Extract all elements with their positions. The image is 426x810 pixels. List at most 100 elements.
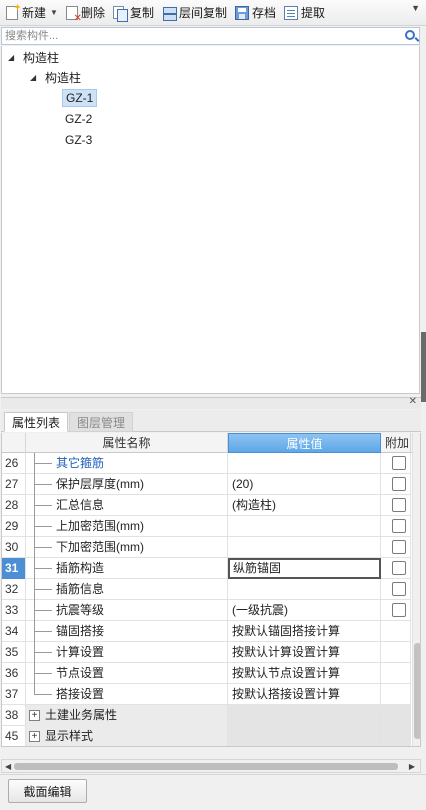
extract-button-label: 提取 (301, 6, 326, 20)
scroll-left-icon[interactable]: ◀ (5, 762, 11, 771)
property-name-cell: 其它箍筋 (26, 453, 228, 474)
extract-icon (284, 5, 298, 20)
delete-icon (65, 5, 82, 24)
table-row[interactable]: 30 下加密范围(mm) (2, 537, 411, 558)
extra-cell (381, 663, 411, 684)
property-value-cell[interactable] (228, 516, 381, 537)
splitter-edge[interactable] (421, 332, 426, 402)
property-name-cell: 插筋信息 (26, 579, 228, 600)
extra-checkbox[interactable] (392, 561, 406, 575)
property-value-editor[interactable]: 纵筋锚固 (228, 558, 381, 579)
component-search (1, 27, 420, 45)
table-row-current[interactable]: 31 插筋构造 纵筋锚固 (2, 558, 411, 579)
toolbar-overflow-icon[interactable]: ▼ (411, 3, 420, 13)
collapse-triangle-icon[interactable]: ◢ (8, 53, 20, 62)
extra-cell (381, 642, 411, 663)
new-button[interactable]: 新建 ▼ (2, 2, 61, 24)
property-value-cell[interactable]: (构造柱) (228, 495, 381, 516)
property-name: 汇总信息 (56, 498, 105, 512)
tree-item-label: GZ-3 (65, 133, 93, 147)
table-row[interactable]: 29 上加密范围(mm) (2, 516, 411, 537)
table-row-group[interactable]: 45 + 显示样式 (2, 726, 411, 746)
horizontal-scroll-thumb[interactable] (14, 763, 398, 770)
table-row[interactable]: 36 节点设置 按默认节点设置计算 (2, 663, 411, 684)
property-value-cell[interactable]: (20) (228, 474, 381, 495)
property-name: 锚固搭接 (56, 624, 105, 638)
component-tree: ◢ 构造柱 ◢ 构造柱 GZ-1 GZ-2 GZ-3 (1, 46, 420, 394)
property-name: 保护层厚度(mm) (56, 477, 144, 491)
copy-button-label: 复制 (129, 6, 154, 20)
panel-tabs: 属性列表 图层管理 (1, 410, 421, 432)
property-value-cell[interactable]: (一级抗震) (228, 600, 381, 621)
property-name: 搭接设置 (56, 687, 105, 701)
tree-item-gz-3[interactable]: GZ-3 (62, 130, 95, 150)
search-icon[interactable] (405, 30, 415, 40)
header-row-number (2, 433, 26, 453)
table-row[interactable]: 37 搭接设置 按默认搭接设置计算 (2, 684, 411, 705)
tree-node-label: 构造柱 (45, 70, 82, 85)
extra-checkbox[interactable] (392, 540, 406, 554)
table-row[interactable]: 28 汇总信息 (构造柱) (2, 495, 411, 516)
vertical-scrollbar[interactable] (412, 433, 420, 746)
property-name: 上加密范围(mm) (56, 519, 144, 533)
delete-button[interactable]: 删除 (63, 2, 108, 24)
property-value-cell[interactable]: 按默认计算设置计算 (228, 642, 381, 663)
dropdown-arrow-icon[interactable]: ▼ (50, 8, 58, 17)
copy-icon (112, 5, 128, 22)
extra-checkbox[interactable] (392, 498, 406, 512)
property-value-cell[interactable] (228, 579, 381, 600)
copy-button[interactable]: 复制 (110, 2, 157, 24)
extra-checkbox[interactable] (392, 582, 406, 596)
panel-header: ✕ (1, 396, 421, 409)
vertical-scroll-thumb[interactable] (414, 643, 420, 739)
extra-cell (381, 495, 411, 516)
section-edit-button[interactable]: 截面编辑 (8, 779, 87, 803)
row-number: 38 (2, 705, 26, 726)
tree-item-gz-2[interactable]: GZ-2 (62, 109, 95, 129)
extra-checkbox[interactable] (392, 519, 406, 533)
property-name: 下加密范围(mm) (56, 540, 144, 554)
table-row[interactable]: 34 锚固搭接 按默认锚固搭接计算 (2, 621, 411, 642)
property-name-cell: 保护层厚度(mm) (26, 474, 228, 495)
search-input[interactable] (2, 28, 392, 44)
property-value-cell[interactable]: 按默认搭接设置计算 (228, 684, 381, 705)
tree-item-label: GZ-1 (62, 89, 98, 107)
extra-checkbox[interactable] (392, 477, 406, 491)
table-row[interactable]: 27 保护层厚度(mm) (20) (2, 474, 411, 495)
save-button[interactable]: 存档 (232, 2, 279, 24)
tree-node-root[interactable]: ◢ 构造柱 (8, 47, 62, 67)
table-row[interactable]: 33 抗震等级 (一级抗震) (2, 600, 411, 621)
row-number: 35 (2, 642, 26, 663)
property-value-cell[interactable] (228, 453, 381, 474)
extract-button[interactable]: 提取 (281, 2, 328, 24)
property-name-cell: 下加密范围(mm) (26, 537, 228, 558)
property-value-cell[interactable]: 按默认节点设置计算 (228, 663, 381, 684)
floor-copy-button[interactable]: 层间复制 (159, 2, 230, 24)
extra-checkbox[interactable] (392, 603, 406, 617)
expand-plus-icon[interactable]: + (29, 731, 40, 742)
table-row[interactable]: 35 计算设置 按默认计算设置计算 (2, 642, 411, 663)
tab-property-list[interactable]: 属性列表 (4, 412, 69, 432)
expand-plus-icon[interactable]: + (29, 710, 40, 721)
extra-cell (381, 600, 411, 621)
row-number: 33 (2, 600, 26, 621)
tree-node-group[interactable]: ◢ 构造柱 (30, 67, 84, 87)
collapse-triangle-icon[interactable]: ◢ (30, 73, 42, 82)
tab-layer-manage[interactable]: 图层管理 (69, 412, 134, 432)
property-name: 计算设置 (56, 645, 105, 659)
tree-item-gz-1[interactable]: GZ-1 (62, 88, 98, 108)
table-row-group[interactable]: 38 + 土建业务属性 (2, 705, 411, 726)
tree-item-label: GZ-2 (65, 112, 93, 126)
horizontal-scrollbar[interactable]: ◀ ▶ (1, 759, 421, 773)
extra-checkbox[interactable] (392, 456, 406, 470)
table-row[interactable]: 32 插筋信息 (2, 579, 411, 600)
row-number: 29 (2, 516, 26, 537)
property-name-cell: 抗震等级 (26, 600, 228, 621)
row-number: 31 (2, 558, 26, 579)
property-value-cell[interactable] (228, 537, 381, 558)
extra-cell (381, 684, 411, 705)
close-icon[interactable]: ✕ (409, 396, 417, 407)
property-value-cell[interactable]: 按默认锚固搭接计算 (228, 621, 381, 642)
table-row[interactable]: 26 其它箍筋 (2, 453, 411, 474)
scroll-right-icon[interactable]: ▶ (409, 762, 415, 771)
